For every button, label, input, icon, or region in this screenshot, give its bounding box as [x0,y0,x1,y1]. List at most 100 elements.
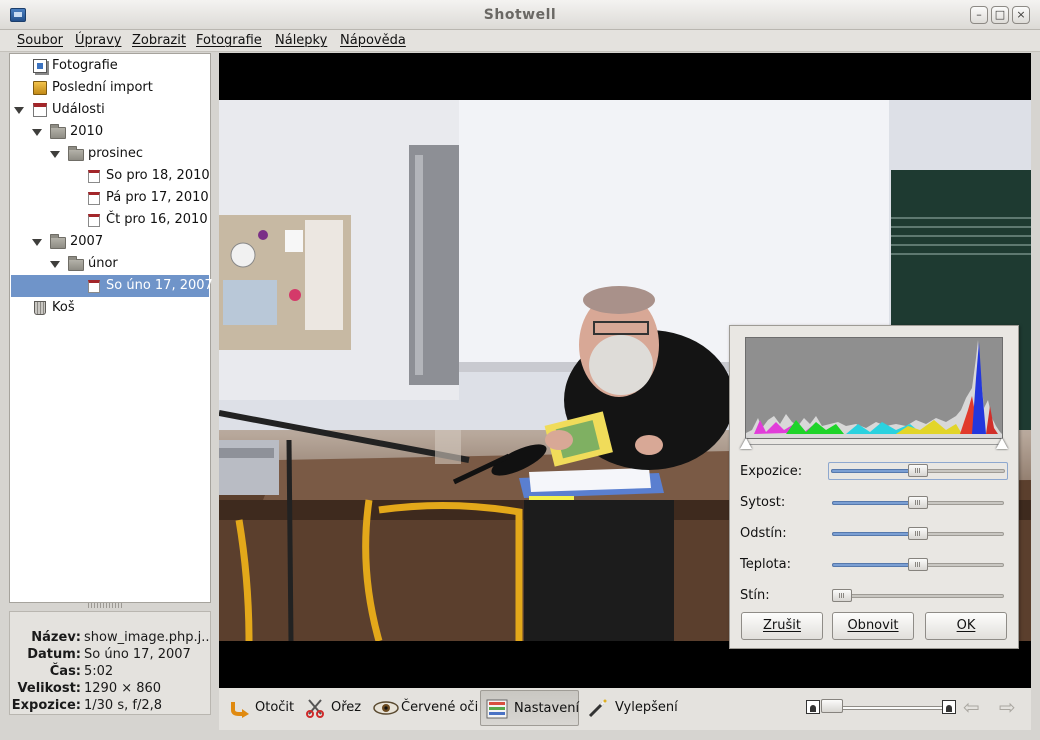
sidebar-item-photos[interactable]: Fotografie [11,55,209,77]
sidebar-item-label: Fotografie [52,58,118,73]
menu-photos[interactable]: Fotografie [196,33,262,48]
slider-thumb[interactable] [908,527,928,540]
crop-scissors-icon [306,699,324,718]
temperature-slider[interactable] [830,557,1006,571]
sidebar-item-label: So pro 18, 2010 [106,168,210,183]
zoom-slider-track[interactable] [834,706,944,710]
rotate-label: Otočit [255,700,295,715]
sidebar-item-label: 2010 [70,124,104,139]
next-photo-icon[interactable]: ⇨ [999,696,1016,718]
sidebar-item-label: 2007 [70,234,104,249]
edit-toolbar: Otočit Ořez Červené oči Nastavení Vylepš… [219,688,1031,730]
sidebar-item-last-import[interactable]: Poslední import [11,77,209,99]
menu-edit[interactable]: Úpravy [75,33,121,48]
rotate-button[interactable]: Otočit [225,690,297,726]
eye-icon [373,701,399,715]
expander-arrow-icon[interactable] [32,239,42,246]
expander-arrow-icon[interactable] [32,129,42,136]
info-value: 1290 × 860 [84,681,162,696]
info-value: 1/30 s, f/2,8 [84,698,162,713]
photo-info-panel: Název: show_image.php.j... Datum: So úno… [9,611,211,715]
expander-arrow-icon[interactable] [14,107,24,114]
slider-thumb[interactable] [832,589,852,602]
exposure-slider[interactable] [828,462,1008,480]
tint-label: Odstín: [740,526,787,541]
sidebar-item-event-day[interactable]: Pá pro 17, 2010 [11,187,209,209]
ok-button[interactable]: OK [925,612,1007,640]
sidebar-item-event-day-selected[interactable]: So úno 17, 2007 [11,275,213,297]
info-row-exposure: Expozice: 1/30 s, f/2,8 [10,697,212,715]
slider-fill [831,469,918,473]
shadows-slider[interactable] [830,588,1006,602]
maximize-button[interactable]: □ [991,6,1009,24]
folder-icon [50,124,66,139]
histogram-right-handle[interactable] [996,438,1008,449]
magic-wand-icon [588,699,607,718]
info-key: Datum: [27,647,81,662]
sidebar-item-events[interactable]: Události [11,99,209,121]
histogram [745,337,1003,439]
sidebar-item-trash[interactable]: Koš [11,297,209,319]
saturation-label: Sytost: [740,495,786,510]
pane-resize-grip[interactable] [88,603,124,608]
exposure-label: Expozice: [740,464,803,479]
sidebar-item-year-2010[interactable]: 2010 [11,121,209,143]
slider-thumb[interactable] [908,558,928,571]
info-key: Velikost: [17,681,81,696]
sidebar-item-label: Události [52,102,105,117]
redeye-button[interactable]: Červené oči [371,690,479,726]
slider-thumb[interactable] [908,496,928,509]
sidebar-item-event-day[interactable]: Čt pro 16, 2010 [11,209,209,231]
minimize-button[interactable]: – [970,6,988,24]
calendar-icon [88,214,100,227]
crop-label: Ořez [331,700,362,715]
sidebar-item-month-february[interactable]: únor [11,253,209,275]
sidebar-item-label: Čt pro 16, 2010 [106,212,208,227]
sidebar-item-label: Pá pro 17, 2010 [106,190,209,205]
sidebar: Fotografie Poslední import Události 2010… [9,53,213,603]
info-row-time: Čas: 5:02 [10,663,212,681]
title-bar: Shotwell – □ × [0,0,1040,30]
redeye-label: Červené oči [401,700,479,715]
adjust-label: Nastavení [514,701,580,716]
info-row-size: Velikost: 1290 × 860 [10,680,212,698]
zoom-out-icon[interactable] [806,700,820,714]
rotate-icon [231,702,249,718]
temperature-label: Teplota: [740,557,791,572]
reset-button[interactable]: Obnovit [832,612,914,640]
saturation-slider[interactable] [830,495,1006,509]
folder-icon [68,256,84,271]
info-key: Expozice: [11,698,81,713]
histogram-graph [746,340,1002,438]
menu-tags[interactable]: Nálepky [275,33,327,48]
zoom-in-icon[interactable] [942,700,956,714]
sidebar-item-event-day[interactable]: So pro 18, 2010 [11,165,210,187]
previous-photo-icon[interactable]: ⇦ [963,696,980,718]
tint-slider[interactable] [830,526,1006,540]
close-button[interactable]: × [1012,6,1030,24]
zoom-slider-thumb[interactable] [821,699,843,713]
slider-fill [832,532,918,536]
histogram-left-handle[interactable] [740,438,752,449]
window-title: Shotwell [483,7,557,23]
calendar-icon [88,192,100,205]
crop-button[interactable]: Ořez [303,690,367,726]
slider-thumb[interactable] [908,464,928,477]
expander-arrow-icon[interactable] [50,151,60,158]
calendar-icon [88,280,100,293]
expander-arrow-icon[interactable] [50,261,60,268]
menu-view[interactable]: Zobrazit [132,33,186,48]
folder-icon [50,234,66,249]
info-value: 5:02 [84,664,114,679]
sidebar-item-year-2007[interactable]: 2007 [11,231,209,253]
sidebar-item-label: prosinec [88,146,144,161]
menu-help[interactable]: Nápověda [340,33,406,48]
sidebar-item-month-december[interactable]: prosinec [11,143,209,165]
enhance-button[interactable]: Vylepšení [585,690,681,726]
info-key: Čas: [49,664,81,679]
slider-fill [832,563,918,567]
menu-file[interactable]: Soubor [17,33,63,48]
cancel-button[interactable]: Zrušit [741,612,823,640]
folder-icon [68,146,84,161]
adjust-button[interactable]: Nastavení [480,690,579,726]
